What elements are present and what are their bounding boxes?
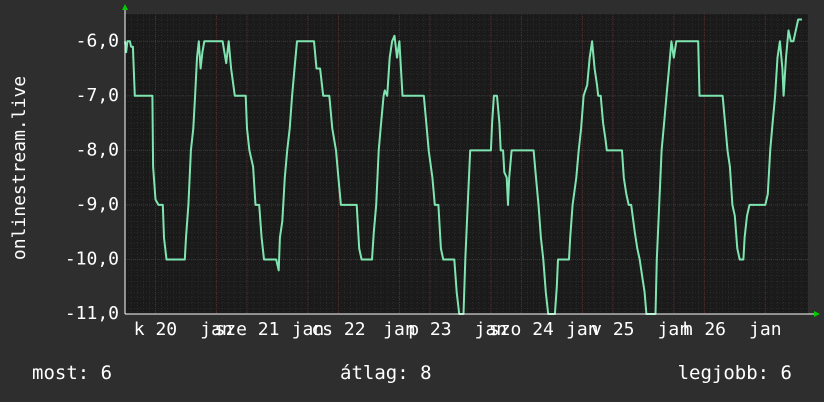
stats-bar: most: 6 átlag: 8 legjobb: 6 [0, 362, 824, 390]
y-axis-label: onlinestream.live [9, 76, 30, 260]
x-tick-label: jan [749, 319, 782, 340]
y-tick-label: -10,0 [65, 248, 119, 269]
stat-best: legjobb: 6 [677, 362, 792, 384]
stat-average: átlag: 8 [340, 362, 432, 384]
x-tick-label: szo 24 [489, 319, 554, 340]
y-tick-label: -6,0 [76, 30, 119, 51]
y-axis-arrow [122, 4, 128, 10]
x-tick-label: sze 21 [214, 319, 279, 340]
y-tick-label: -7,0 [76, 85, 119, 106]
stat-current: most: 6 [32, 362, 113, 384]
y-tick-label: -11,0 [65, 303, 119, 324]
x-tick-label: k 20 [134, 319, 177, 340]
x-tick-label: v 25 [591, 319, 634, 340]
y-tick-label: -8,0 [76, 139, 119, 160]
x-tick-label: p 23 [408, 319, 451, 340]
y-tick-labels: -6,0 -7,0 -8,0 -9,0 -10,0 -11,0 [65, 30, 119, 324]
x-axis-arrow [814, 311, 820, 317]
chart: -6,0 -7,0 -8,0 -9,0 -10,0 -11,0 k 20 jan sze 21… [9, 4, 820, 340]
x-tick-label: h 26 [683, 319, 726, 340]
y-tick-label: -9,0 [76, 194, 119, 215]
x-tick-labels: k 20 jansze 21 jancs 22 janp 23 janszo 24 jan… [134, 319, 782, 340]
x-tick-label: cs 22 [311, 319, 365, 340]
